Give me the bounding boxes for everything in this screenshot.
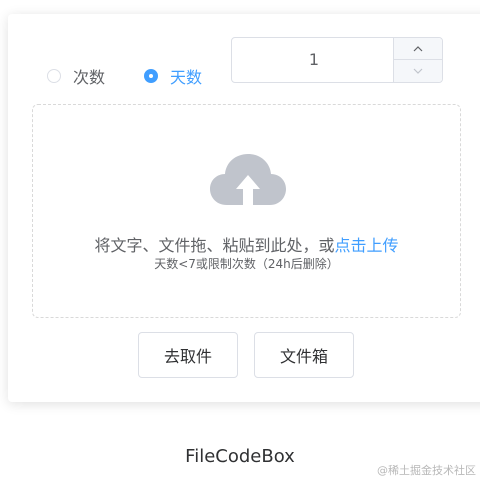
dropzone-instruction: 将文字、文件拖、粘贴到此处，或点击上传 bbox=[33, 232, 460, 256]
watermark: @稀土掘金技术社区 bbox=[377, 464, 476, 477]
dropzone-tip: 天数<7或限制次数（24h后删除） bbox=[154, 257, 339, 271]
days-number-input[interactable]: 1 bbox=[231, 37, 443, 83]
upload-cloud-icon bbox=[210, 154, 286, 215]
filebox-button[interactable]: 文件箱 bbox=[254, 332, 354, 378]
decrease-button[interactable] bbox=[394, 60, 442, 82]
click-upload-link[interactable]: 点击上传 bbox=[335, 236, 399, 255]
radio-times[interactable]: 次数 bbox=[47, 64, 105, 88]
upload-dropzone[interactable]: 将文字、文件拖、粘贴到此处，或点击上传 天数<7或限制次数（24h后删除） bbox=[32, 104, 461, 318]
dropzone-text: 将文字、文件拖、粘贴到此处，或 bbox=[94, 236, 335, 255]
main-card: 次数 天数 1 将文字、文件拖、粘贴到此处，或点击上传 天数<7或限制次数（24… bbox=[8, 14, 480, 402]
retrieve-button[interactable]: 去取件 bbox=[138, 332, 238, 378]
radio-days-label[interactable]: 天数 bbox=[170, 64, 202, 88]
number-input-value[interactable]: 1 bbox=[232, 38, 396, 82]
radio-times-circle[interactable] bbox=[47, 69, 61, 83]
increase-button[interactable] bbox=[394, 38, 442, 60]
chevron-down-icon bbox=[413, 68, 423, 74]
radio-times-label[interactable]: 次数 bbox=[73, 64, 105, 88]
radio-days-circle[interactable] bbox=[144, 69, 158, 83]
chevron-up-icon bbox=[413, 45, 423, 51]
stepper-buttons bbox=[393, 38, 442, 82]
radio-days[interactable]: 天数 bbox=[144, 64, 202, 88]
